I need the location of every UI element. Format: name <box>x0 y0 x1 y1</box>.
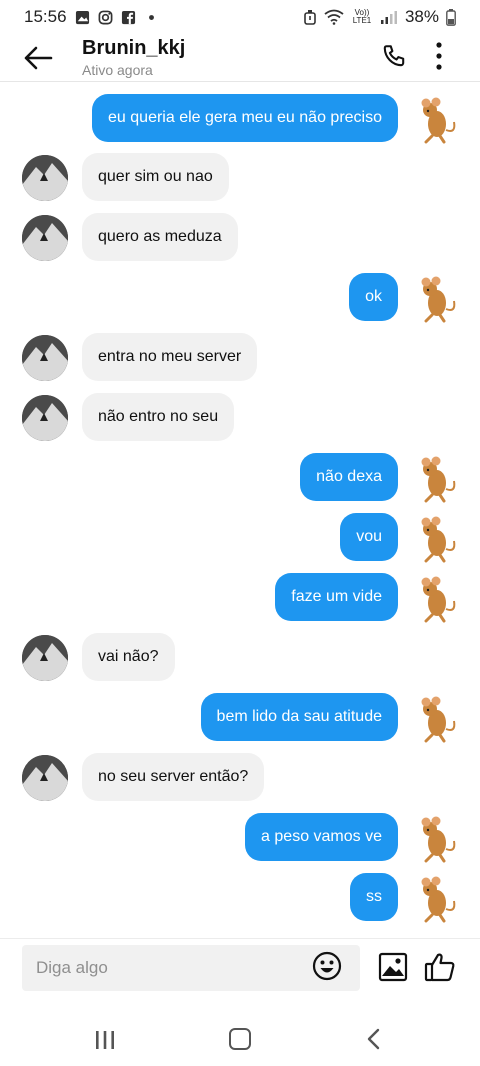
incoming-message[interactable]: vai não? <box>82 633 175 681</box>
message-row: quero as meduza <box>0 213 480 261</box>
outgoing-message[interactable]: ok <box>349 273 398 321</box>
message-row: a peso vamos ve <box>0 813 480 863</box>
incoming-message[interactable]: entra no meu server <box>82 333 258 381</box>
contact-name: Brunin_kkj <box>82 37 186 59</box>
outgoing-message[interactable]: eu queria ele gera meu eu não preciso <box>92 94 398 142</box>
contact-avatar[interactable] <box>22 755 68 801</box>
back-button[interactable] <box>18 38 58 78</box>
incoming-message[interactable]: no seu server então? <box>82 753 265 801</box>
contact-avatar[interactable] <box>22 395 68 441</box>
incoming-message[interactable]: quer sim ou nao <box>82 153 229 201</box>
outgoing-message[interactable]: vou <box>340 513 398 561</box>
message-row: vou <box>0 513 480 563</box>
user-avatar-icon <box>421 696 456 743</box>
contact-avatar[interactable] <box>22 335 68 381</box>
message-row: vai não? <box>0 633 480 681</box>
contact-status: Ativo agora <box>82 62 153 78</box>
signal-icon <box>380 11 397 24</box>
incoming-message[interactable]: não entro no seu <box>82 393 235 441</box>
status-bar: 15:56 Vo)) LTE1 38% <box>0 0 480 34</box>
message-row: ok <box>0 273 480 323</box>
message-row: entra no meu server <box>0 333 480 381</box>
message-row: não dexa <box>0 453 480 503</box>
contact-photo-icon <box>22 755 68 801</box>
contact-photo-icon <box>22 155 68 201</box>
contact-photo-icon <box>22 335 68 381</box>
user-avatar-icon <box>421 276 456 323</box>
nav-back-icon[interactable] <box>365 1028 383 1050</box>
call-button[interactable] <box>378 40 410 72</box>
outgoing-message[interactable]: bem lido da sau atitude <box>200 693 398 741</box>
arrow-left-icon <box>24 46 53 69</box>
contact-photo-icon <box>22 635 68 681</box>
user-avatar-icon <box>421 576 456 623</box>
home-icon[interactable] <box>229 1028 251 1050</box>
user-avatar-icon <box>421 876 456 923</box>
contact-info[interactable]: Brunin_kkj Ativo agora <box>82 37 185 78</box>
more-options-button[interactable] <box>426 38 452 74</box>
gallery-notification-icon <box>75 10 89 24</box>
more-vertical-icon <box>436 42 442 70</box>
outgoing-message[interactable]: faze um vide <box>275 573 398 621</box>
battery-percent: 38% <box>404 7 439 26</box>
wifi-icon <box>324 9 344 25</box>
alarm-icon <box>304 10 316 25</box>
contact-avatar[interactable] <box>22 215 68 261</box>
contact-avatar[interactable] <box>22 635 68 681</box>
contact-avatar[interactable] <box>22 155 68 201</box>
message-row: quer sim ou nao <box>0 153 480 201</box>
status-time: 15:56 <box>24 7 67 26</box>
incoming-message[interactable]: quero as meduza <box>82 213 238 261</box>
message-row: bem lido da sau atitude <box>0 693 480 743</box>
recent-apps-icon[interactable] <box>92 1030 118 1050</box>
contact-photo-icon <box>22 215 68 261</box>
message-row: no seu server então? <box>0 753 480 801</box>
instagram-notification-icon <box>98 10 112 24</box>
phone-icon <box>383 45 405 67</box>
user-avatar-icon <box>421 97 456 144</box>
system-nav-bar <box>0 1010 480 1066</box>
thumbs-up-icon[interactable] <box>424 951 456 983</box>
emoji-icon[interactable] <box>312 951 342 981</box>
chat-header: Brunin_kkj Ativo agora <box>0 34 480 82</box>
outgoing-message[interactable]: ss <box>350 873 398 921</box>
outgoing-message[interactable]: a peso vamos ve <box>245 813 398 861</box>
message-row: eu queria ele gera meu eu não preciso <box>0 94 480 144</box>
user-avatar-icon <box>421 816 456 863</box>
notification-dot-icon <box>148 14 154 20</box>
composer-bar: Diga algo <box>0 938 480 998</box>
message-list[interactable]: eu queria ele gera meu eu não preciso qu… <box>0 82 480 938</box>
message-row: ss <box>0 873 480 923</box>
outgoing-message[interactable]: não dexa <box>300 453 398 501</box>
message-row: não entro no seu <box>0 393 480 441</box>
battery-icon <box>446 8 456 26</box>
facebook-notification-icon <box>121 10 135 24</box>
contact-photo-icon <box>22 395 68 441</box>
image-icon[interactable] <box>378 952 408 982</box>
user-avatar-icon <box>421 456 456 503</box>
user-avatar-icon <box>421 516 456 563</box>
volte-indicator: Vo)) LTE1 <box>352 8 372 25</box>
message-input[interactable]: Diga algo <box>22 945 360 991</box>
message-row: faze um vide <box>0 573 480 623</box>
